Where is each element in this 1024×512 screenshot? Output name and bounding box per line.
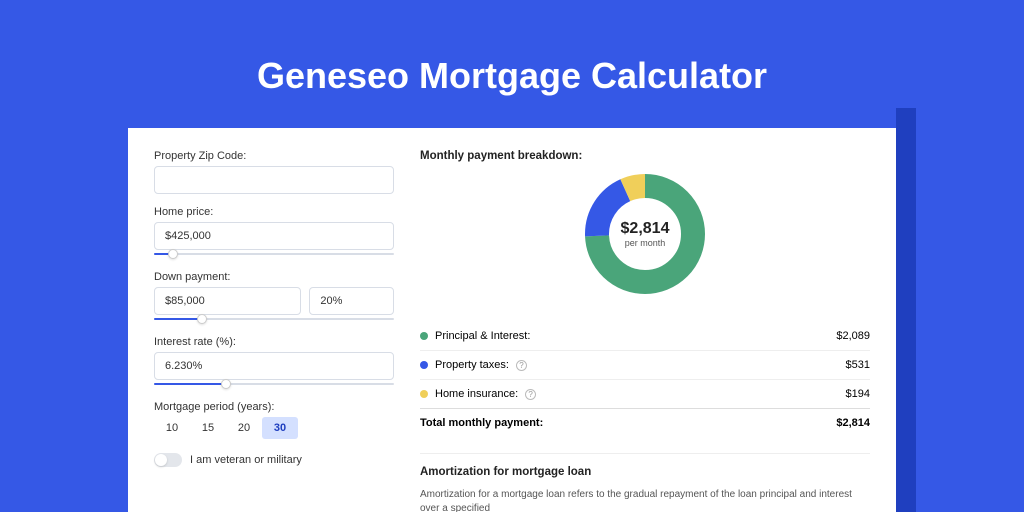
down-payment-label: Down payment: bbox=[154, 271, 394, 283]
legend-dot-icon bbox=[420, 361, 428, 369]
home-price-group: Home price: bbox=[154, 206, 394, 259]
zip-group: Property Zip Code: bbox=[154, 150, 394, 194]
zip-input[interactable] bbox=[154, 166, 394, 194]
total-row: Total monthly payment: $2,814 bbox=[420, 408, 870, 437]
legend-value: $531 bbox=[846, 359, 870, 371]
interest-rate-input[interactable] bbox=[154, 352, 394, 380]
help-icon[interactable]: ? bbox=[516, 360, 527, 371]
breakdown-panel: Monthly payment breakdown: $2,814 per mo… bbox=[420, 150, 870, 490]
amortization-text: Amortization for a mortgage loan refers … bbox=[420, 488, 870, 512]
legend-value: $2,089 bbox=[836, 330, 870, 342]
amortization-title: Amortization for mortgage loan bbox=[420, 466, 870, 478]
legend-value: $194 bbox=[846, 388, 870, 400]
amortization-section: Amortization for mortgage loan Amortizat… bbox=[420, 453, 870, 512]
app-background: Geneseo Mortgage Calculator Property Zip… bbox=[0, 0, 1024, 512]
payment-donut-chart: $2,814 per month bbox=[583, 172, 707, 296]
interest-rate-group: Interest rate (%): bbox=[154, 336, 394, 389]
zip-label: Property Zip Code: bbox=[154, 150, 394, 162]
payment-legend: Principal & Interest: $2,089 Property taxe… bbox=[420, 322, 870, 408]
donut-sublabel: per month bbox=[621, 238, 670, 248]
calculator-card: Property Zip Code: Home price: Down paym… bbox=[128, 128, 896, 512]
down-payment-group: Down payment: bbox=[154, 271, 394, 324]
veteran-toggle[interactable] bbox=[154, 453, 182, 467]
home-price-label: Home price: bbox=[154, 206, 394, 218]
breakdown-title: Monthly payment breakdown: bbox=[420, 150, 870, 162]
page-title: Geneseo Mortgage Calculator bbox=[0, 55, 1024, 97]
legend-label: Property taxes: bbox=[435, 359, 509, 371]
legend-label: Home insurance: bbox=[435, 388, 518, 400]
mortgage-period-label: Mortgage period (years): bbox=[154, 401, 394, 413]
period-option-20[interactable]: 20 bbox=[226, 417, 262, 439]
legend-row: Home insurance:? $194 bbox=[420, 379, 870, 408]
legend-dot-icon bbox=[420, 332, 428, 340]
total-value: $2,814 bbox=[836, 417, 870, 429]
legend-row: Property taxes:? $531 bbox=[420, 350, 870, 379]
legend-row: Principal & Interest: $2,089 bbox=[420, 322, 870, 350]
donut-value: $2,814 bbox=[621, 220, 670, 238]
period-option-10[interactable]: 10 bbox=[154, 417, 190, 439]
total-label: Total monthly payment: bbox=[420, 417, 543, 429]
down-payment-pct-input[interactable] bbox=[309, 287, 394, 315]
help-icon[interactable]: ? bbox=[525, 389, 536, 400]
home-price-input[interactable] bbox=[154, 222, 394, 250]
veteran-label: I am veteran or military bbox=[190, 454, 302, 466]
mortgage-period-group: Mortgage period (years): 10152030 bbox=[154, 401, 394, 439]
veteran-row: I am veteran or military bbox=[154, 453, 394, 467]
mortgage-period-options: 10152030 bbox=[154, 417, 394, 439]
home-price-slider[interactable] bbox=[154, 249, 394, 259]
card-shadow bbox=[896, 108, 916, 512]
period-option-15[interactable]: 15 bbox=[190, 417, 226, 439]
legend-label: Principal & Interest: bbox=[435, 330, 530, 342]
interest-rate-slider[interactable] bbox=[154, 379, 394, 389]
period-option-30[interactable]: 30 bbox=[262, 417, 298, 439]
down-payment-slider[interactable] bbox=[154, 314, 394, 324]
legend-dot-icon bbox=[420, 390, 428, 398]
input-panel: Property Zip Code: Home price: Down paym… bbox=[154, 150, 394, 490]
interest-rate-label: Interest rate (%): bbox=[154, 336, 394, 348]
down-payment-amount-input[interactable] bbox=[154, 287, 301, 315]
